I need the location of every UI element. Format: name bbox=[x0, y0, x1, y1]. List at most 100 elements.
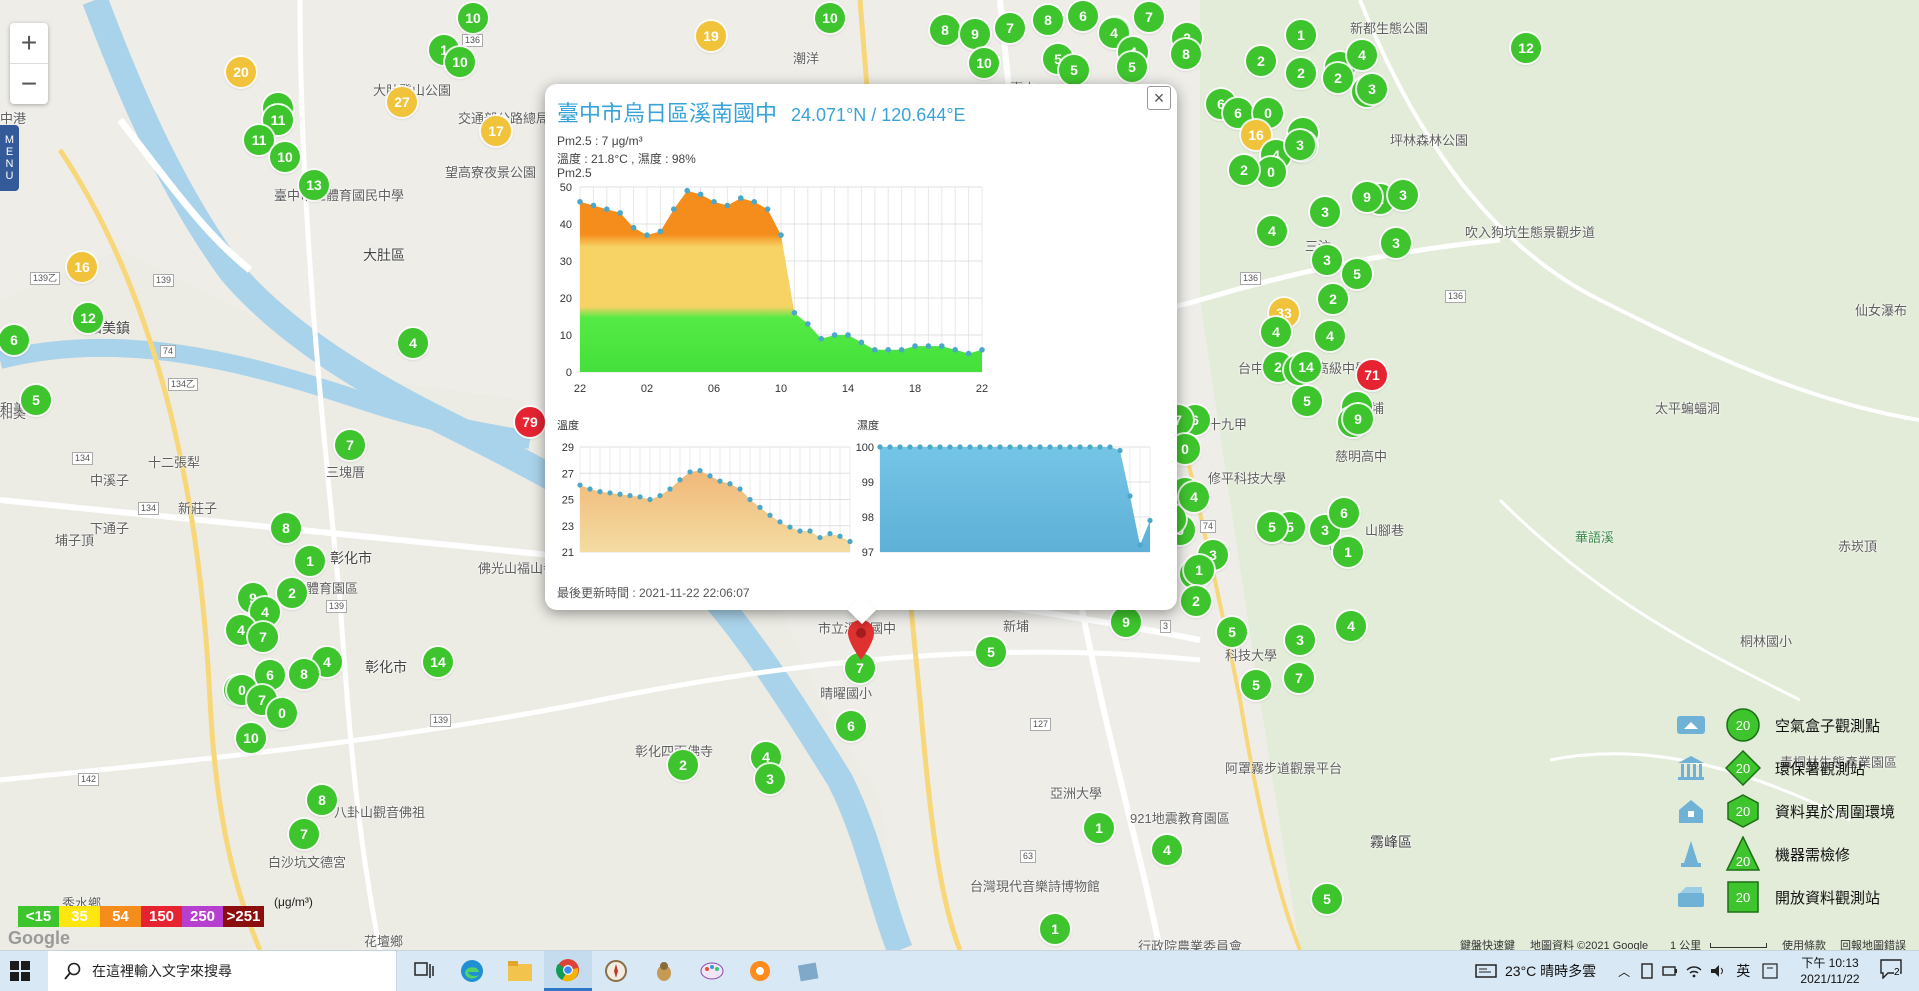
station-marker[interactable]: 5 bbox=[976, 637, 1006, 667]
report-map-error-link[interactable]: 回報地圖錯誤 bbox=[1840, 937, 1906, 950]
station-marker[interactable]: 1 bbox=[295, 546, 325, 576]
volume-icon[interactable] bbox=[1710, 964, 1726, 978]
station-marker[interactable]: 8 bbox=[1033, 5, 1063, 35]
station-marker[interactable]: 14 bbox=[423, 647, 453, 677]
station-marker[interactable]: 7 bbox=[1284, 663, 1314, 693]
station-marker[interactable]: 2 bbox=[1318, 284, 1348, 314]
station-marker[interactable]: 3 bbox=[1285, 625, 1315, 655]
station-marker[interactable]: 19 bbox=[696, 21, 726, 51]
taskbar-app-compass[interactable] bbox=[592, 951, 640, 991]
station-marker[interactable]: 3 bbox=[1381, 228, 1411, 258]
station-marker[interactable]: 3 bbox=[1285, 130, 1315, 160]
station-marker[interactable]: 5 bbox=[1241, 670, 1271, 700]
station-marker[interactable]: 8 bbox=[271, 513, 301, 543]
station-marker[interactable]: 5 bbox=[1312, 884, 1342, 914]
station-marker[interactable]: 14 bbox=[1291, 352, 1321, 382]
station-marker[interactable]: 2 bbox=[1286, 58, 1316, 88]
keyboard-shortcuts-link[interactable]: 鍵盤快速鍵 bbox=[1460, 937, 1515, 950]
station-marker[interactable]: 7 bbox=[289, 819, 319, 849]
station-marker[interactable]: 10 bbox=[270, 142, 300, 172]
battery-icon[interactable] bbox=[1662, 964, 1678, 978]
tray-chevron-icon[interactable]: ︿ bbox=[1618, 963, 1630, 980]
ime-indicator[interactable]: 英 bbox=[1736, 961, 1750, 981]
station-marker[interactable]: 1 bbox=[1084, 813, 1114, 843]
taskbar-app-paint[interactable] bbox=[688, 951, 736, 991]
station-marker[interactable]: 3 bbox=[1312, 245, 1342, 275]
station-marker[interactable]: 10 bbox=[445, 47, 475, 77]
weather-text[interactable]: 23°C 晴時多雲 bbox=[1505, 961, 1596, 981]
station-marker[interactable]: 5 bbox=[1342, 259, 1372, 289]
station-marker[interactable]: 5 bbox=[21, 385, 51, 415]
map-view[interactable]: 新都生態公園大肚登山公園交通部公路總局望高寮夜景公園臺中市立體育國民中學大肚區和… bbox=[0, 0, 1919, 950]
station-marker[interactable]: 0 bbox=[1256, 157, 1286, 187]
station-marker[interactable]: 7 bbox=[248, 622, 278, 652]
station-marker[interactable]: 8 bbox=[1171, 39, 1201, 69]
station-marker[interactable]: 3 bbox=[1357, 74, 1387, 104]
station-marker[interactable]: 8 bbox=[307, 785, 337, 815]
menu-toggle-button[interactable]: MENU bbox=[0, 125, 19, 191]
station-marker[interactable]: 7 bbox=[335, 430, 365, 460]
taskbar-app-bird[interactable] bbox=[640, 951, 688, 991]
station-marker[interactable]: 6 bbox=[836, 711, 866, 741]
station-marker[interactable]: 6 bbox=[1329, 498, 1359, 528]
station-marker[interactable]: 4 bbox=[1315, 321, 1345, 351]
station-marker[interactable]: 4 bbox=[1261, 317, 1291, 347]
station-marker[interactable]: 5 bbox=[1059, 55, 1089, 85]
weather-icon[interactable] bbox=[1475, 963, 1497, 979]
station-marker[interactable]: 11 bbox=[244, 125, 274, 155]
station-marker[interactable]: 2 bbox=[1181, 586, 1211, 616]
station-marker[interactable]: 79 bbox=[515, 407, 545, 437]
station-marker[interactable]: 0 bbox=[267, 698, 297, 728]
station-marker[interactable]: 5 bbox=[1117, 52, 1147, 82]
zoom-out-button[interactable]: − bbox=[10, 63, 48, 104]
station-marker[interactable]: 17 bbox=[481, 116, 511, 146]
station-marker[interactable]: 4 bbox=[1336, 611, 1366, 641]
station-marker[interactable]: 9 bbox=[1352, 182, 1382, 212]
taskbar-file-explorer[interactable] bbox=[496, 951, 544, 991]
station-marker[interactable]: 2 bbox=[277, 578, 307, 608]
zoom-in-button[interactable]: + bbox=[10, 23, 48, 63]
location-pin[interactable] bbox=[848, 620, 874, 665]
station-marker[interactable]: 4 bbox=[398, 328, 428, 358]
station-marker[interactable]: 2 bbox=[1229, 155, 1259, 185]
station-marker[interactable]: 16 bbox=[67, 252, 97, 282]
taskbar-app-notes[interactable] bbox=[784, 951, 832, 991]
station-marker[interactable]: 9 bbox=[1111, 607, 1141, 637]
station-marker[interactable]: 5 bbox=[1257, 512, 1287, 542]
station-marker[interactable]: 10 bbox=[458, 3, 488, 33]
close-popup-button[interactable]: × bbox=[1147, 86, 1171, 110]
terms-link[interactable]: 使用條款 bbox=[1782, 937, 1826, 950]
station-marker[interactable]: 3 bbox=[755, 764, 785, 794]
station-marker[interactable]: 20 bbox=[226, 57, 256, 87]
notification-center-button[interactable]: 2 bbox=[1880, 959, 1910, 983]
station-marker[interactable]: 3 bbox=[1310, 197, 1340, 227]
station-marker[interactable]: 71 bbox=[1357, 360, 1387, 390]
station-marker[interactable]: 5 bbox=[1292, 386, 1322, 416]
station-marker[interactable]: 8 bbox=[289, 659, 319, 689]
taskbar-chrome[interactable] bbox=[544, 951, 592, 991]
station-marker[interactable]: 5 bbox=[1217, 617, 1247, 647]
station-marker[interactable]: 9 bbox=[1343, 404, 1373, 434]
taskbar-app-media[interactable] bbox=[736, 951, 784, 991]
start-button[interactable] bbox=[10, 961, 30, 986]
station-marker[interactable]: 10 bbox=[969, 48, 999, 78]
station-marker[interactable]: 1 bbox=[1286, 20, 1316, 50]
station-marker[interactable]: 1 bbox=[1040, 914, 1070, 944]
station-marker[interactable]: 4 bbox=[1152, 835, 1182, 865]
station-marker[interactable]: 10 bbox=[815, 3, 845, 33]
station-marker[interactable]: 7 bbox=[995, 13, 1025, 43]
station-marker[interactable]: 13 bbox=[299, 170, 329, 200]
taskbar-edge[interactable] bbox=[448, 951, 496, 991]
station-marker[interactable]: 6 bbox=[1068, 1, 1098, 31]
wifi-icon[interactable] bbox=[1686, 964, 1702, 978]
station-marker[interactable]: 7 bbox=[1134, 2, 1164, 32]
station-marker[interactable]: 2 bbox=[1323, 63, 1353, 93]
station-marker[interactable]: 2 bbox=[668, 750, 698, 780]
taskbar-search-box[interactable]: 在這裡輸入文字來搜尋 bbox=[48, 951, 397, 991]
station-marker[interactable]: 12 bbox=[73, 303, 103, 333]
input-method-icon[interactable] bbox=[1762, 963, 1778, 979]
station-marker[interactable]: 1 bbox=[1184, 555, 1214, 585]
station-marker[interactable]: 1 bbox=[1333, 537, 1363, 567]
station-marker[interactable]: 6 bbox=[0, 325, 29, 355]
station-marker[interactable]: 9 bbox=[960, 19, 990, 49]
